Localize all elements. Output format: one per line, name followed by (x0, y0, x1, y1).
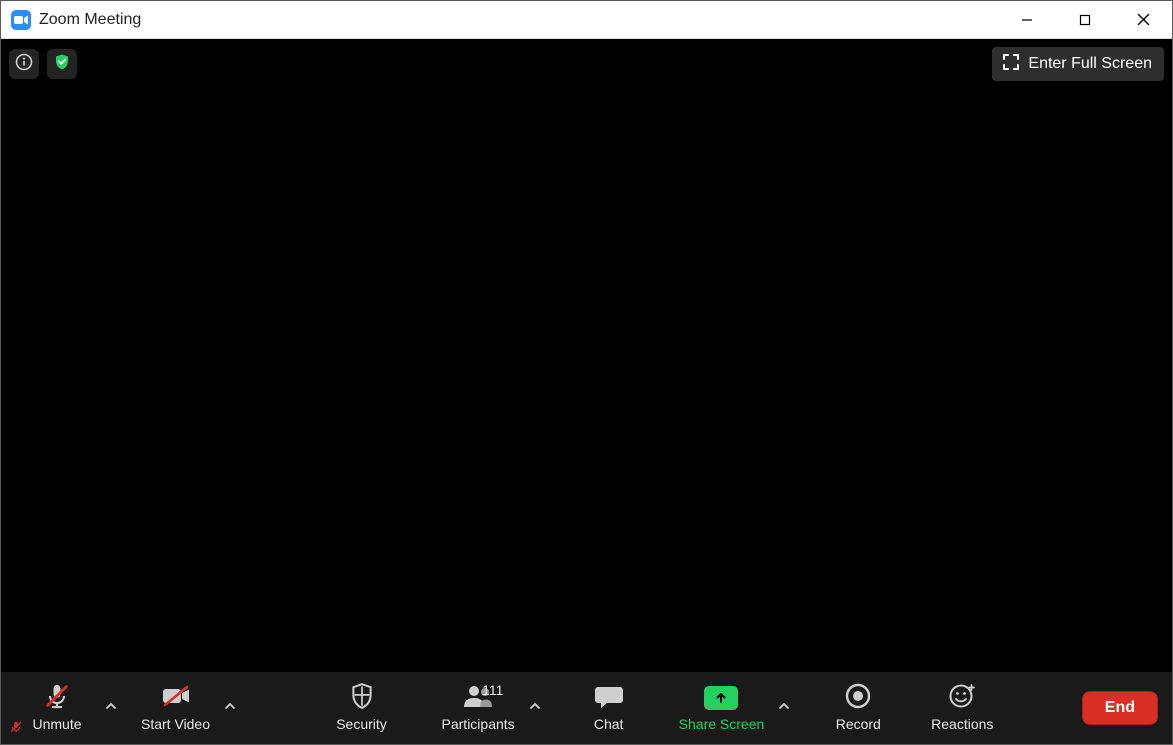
record-icon (845, 683, 871, 714)
enter-full-screen-button[interactable]: Enter Full Screen (992, 47, 1164, 81)
start-video-label: Start Video (141, 716, 210, 732)
chevron-up-icon (529, 699, 541, 717)
zoom-app-icon (11, 10, 31, 30)
meeting-toolbar: Unmute (1, 672, 1172, 744)
participants-label: Participants (442, 716, 515, 732)
camera-slash-icon (160, 683, 192, 714)
chat-label: Chat (594, 716, 624, 732)
fullscreen-icon (1002, 53, 1020, 76)
titlebar: Zoom Meeting (1, 1, 1172, 39)
chevron-up-icon (224, 699, 236, 717)
enter-full-screen-label: Enter Full Screen (1028, 55, 1152, 73)
smiley-plus-icon (948, 682, 976, 715)
microphone-slash-icon (9, 720, 23, 739)
security-label: Security (336, 716, 387, 732)
record-button[interactable]: Record (816, 672, 900, 744)
start-video-button[interactable]: Start Video (133, 672, 218, 744)
share-screen-button[interactable]: Share Screen (671, 672, 773, 744)
close-button[interactable] (1114, 1, 1172, 38)
record-label: Record (836, 716, 881, 732)
chat-bubble-icon (594, 683, 624, 714)
meeting-client-area: Enter Full Screen (1, 39, 1172, 744)
share-screen-label: Share Screen (679, 716, 765, 732)
reactions-label: Reactions (931, 716, 993, 732)
microphone-slash-icon (43, 682, 71, 715)
encryption-shield-button[interactable] (47, 49, 77, 79)
video-area (1, 39, 1172, 672)
audio-options-caret[interactable] (99, 672, 123, 744)
chevron-up-icon (778, 699, 790, 717)
zoom-meeting-window: Zoom Meeting (0, 0, 1173, 745)
minimize-button[interactable] (998, 1, 1056, 38)
participants-options-caret[interactable] (523, 672, 547, 744)
unmute-label: Unmute (32, 716, 81, 732)
security-button[interactable]: Security (320, 672, 404, 744)
shield-icon (349, 682, 375, 715)
video-options-caret[interactable] (218, 672, 242, 744)
maximize-button[interactable] (1056, 1, 1114, 38)
chevron-up-icon (105, 699, 117, 717)
shield-check-icon (53, 53, 71, 76)
self-view-mic-muted-indicator (5, 718, 27, 740)
meeting-info-button[interactable] (9, 49, 39, 79)
share-options-caret[interactable] (772, 672, 796, 744)
window-title: Zoom Meeting (39, 11, 141, 29)
unmute-button[interactable]: Unmute (15, 672, 99, 744)
meeting-overlay-top: Enter Full Screen (9, 47, 1164, 81)
chat-button[interactable]: Chat (567, 672, 651, 744)
reactions-button[interactable]: Reactions (920, 672, 1004, 744)
info-icon (15, 53, 33, 76)
share-screen-icon (704, 686, 738, 710)
end-meeting-button[interactable]: End (1082, 691, 1158, 725)
window-controls (998, 1, 1172, 38)
participants-count: 111 (482, 682, 503, 698)
end-label: End (1105, 699, 1135, 717)
participants-button[interactable]: 111 Participants (434, 672, 523, 744)
